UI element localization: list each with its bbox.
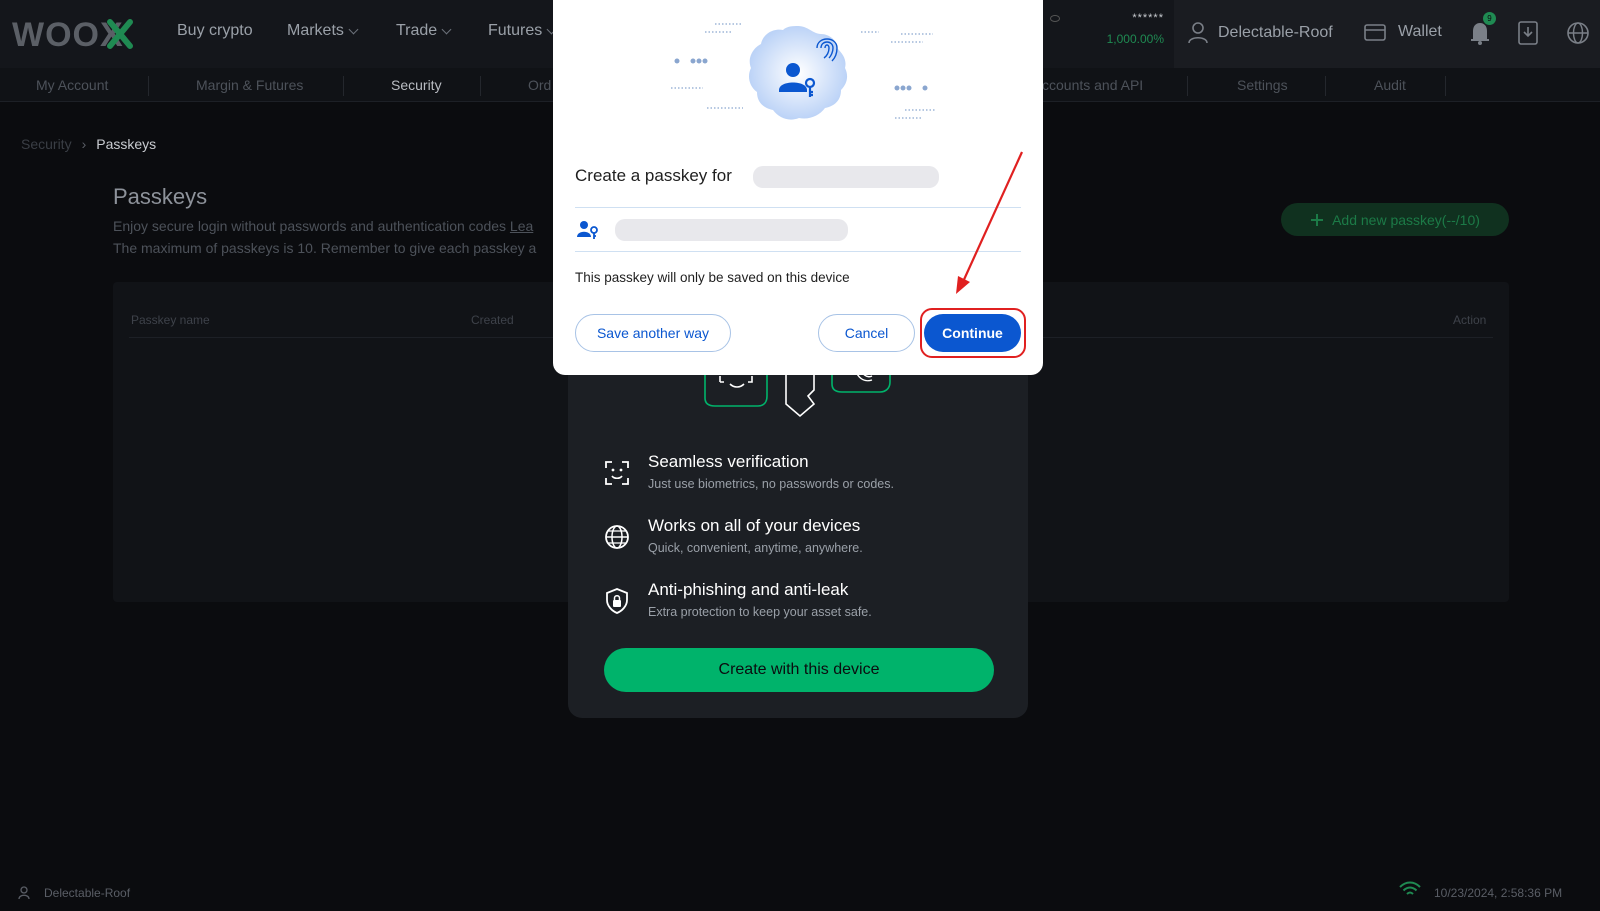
subnav-accounts-api[interactable]: ccounts and API xyxy=(1042,77,1143,93)
balance-display: ****** 1,000.00% xyxy=(1092,12,1164,46)
breadcrumb-current: Passkeys xyxy=(96,136,157,152)
globe-icon xyxy=(605,525,629,549)
th-passkey-name: Passkey name xyxy=(131,313,210,327)
subnav-my-account[interactable]: My Account xyxy=(36,77,108,93)
subnav-divider xyxy=(480,76,481,96)
add-new-passkey-button[interactable]: Add new passkey(--/10) xyxy=(1281,203,1509,236)
eye-icon[interactable] xyxy=(1050,15,1060,22)
plus-icon xyxy=(1311,213,1324,226)
nav-buy-crypto[interactable]: Buy crypto xyxy=(177,22,253,40)
breadcrumb-separator: › xyxy=(81,136,87,152)
subnav-audit[interactable]: Audit xyxy=(1374,77,1406,93)
add-passkey-label: Add new passkey(--/10) xyxy=(1332,211,1480,228)
nav-label: Buy crypto xyxy=(177,22,253,39)
user-icon xyxy=(1188,22,1208,44)
wallet-icon xyxy=(1364,24,1386,41)
annotation-arrow-icon xyxy=(956,151,1024,294)
desc-line-1: Enjoy secure login without passwords and… xyxy=(113,218,507,234)
download-icon[interactable] xyxy=(1515,20,1541,46)
nav-trade[interactable]: Trade xyxy=(396,22,452,40)
feature-subtitle: Just use biometrics, no passwords or cod… xyxy=(648,477,894,491)
footer-user: Delectable-Roof xyxy=(18,886,130,900)
woox-logo[interactable]: WOOX xyxy=(12,14,134,54)
subnav-margin-futures[interactable]: Margin & Futures xyxy=(196,77,303,93)
dialog-title: Create a passkey for xyxy=(575,166,732,185)
nav-markets[interactable]: Markets xyxy=(287,22,359,40)
wallet-menu[interactable]: Wallet xyxy=(1364,22,1442,42)
cancel-button[interactable]: Cancel xyxy=(818,314,915,352)
wifi-icon xyxy=(1399,881,1421,895)
subnav-divider xyxy=(1325,76,1326,96)
th-created: Created xyxy=(471,313,514,327)
feature-title: Seamless verification xyxy=(648,452,809,471)
dialog-note: This passkey will only be saved on this … xyxy=(575,270,850,285)
redacted-passkey-name xyxy=(615,219,848,241)
subnav-divider xyxy=(1445,76,1446,96)
footer-username: Delectable-Roof xyxy=(44,886,131,900)
wallet-label: Wallet xyxy=(1398,23,1442,40)
username: Delectable-Roof xyxy=(1218,24,1333,41)
learn-more-link[interactable]: Lea xyxy=(510,218,533,234)
nav-label: Futures xyxy=(488,22,543,39)
face-scan-icon xyxy=(605,461,629,485)
feature-subtitle: Quick, convenient, anytime, anywhere. xyxy=(648,541,863,555)
shield-lock-icon xyxy=(606,588,628,614)
subnav-orders[interactable]: Ord xyxy=(528,77,551,93)
nav-futures[interactable]: Futures xyxy=(488,22,557,40)
subnav-security[interactable]: Security xyxy=(391,77,442,93)
balance-masked: ****** xyxy=(1132,12,1164,24)
redacted-username xyxy=(753,166,939,188)
feature-anti-phishing: Anti-phishing and anti-leak Extra protec… xyxy=(604,580,872,619)
feature-seamless: Seamless verification Just use biometric… xyxy=(604,452,894,491)
passkey-user-icon xyxy=(577,221,598,239)
subnav-divider xyxy=(1187,76,1188,96)
balance-pct: 1,000.00% xyxy=(1106,32,1164,46)
globe-icon[interactable] xyxy=(1565,20,1591,46)
user-icon xyxy=(18,886,30,900)
page-description: Enjoy secure login without passwords and… xyxy=(113,215,536,259)
subnav-divider xyxy=(343,76,344,96)
subnav-divider xyxy=(148,76,149,96)
chevron-down-icon xyxy=(348,24,359,34)
user-menu[interactable]: Delectable-Roof xyxy=(1188,22,1333,44)
passkey-hero-illustration xyxy=(671,23,935,120)
breadcrumb-security[interactable]: Security xyxy=(21,136,72,152)
breadcrumb: Security › Passkeys xyxy=(21,136,156,152)
th-action: Action xyxy=(1453,313,1487,327)
notification-badge: 9 xyxy=(1483,12,1496,25)
svg-text:WOOX: WOOX xyxy=(12,16,124,54)
feature-title: Works on all of your devices xyxy=(648,516,861,535)
footer-datetime: 10/23/2024, 2:58:36 PM xyxy=(1434,886,1563,900)
desc-line-2: The maximum of passkeys is 10. Remember … xyxy=(113,240,537,256)
feature-subtitle: Extra protection to keep your asset safe… xyxy=(648,605,872,619)
nav-label: Trade xyxy=(396,22,438,39)
nav-label: Markets xyxy=(287,22,344,39)
highlight-box xyxy=(920,308,1026,358)
save-another-way-button[interactable]: Save another way xyxy=(575,314,731,352)
chevron-down-icon xyxy=(441,24,452,34)
feature-title: Anti-phishing and anti-leak xyxy=(648,580,849,599)
feature-all-devices: Works on all of your devices Quick, conv… xyxy=(604,516,863,555)
subnav-settings[interactable]: Settings xyxy=(1237,77,1288,93)
create-with-device-button[interactable]: Create with this device xyxy=(604,648,994,692)
page-title: Passkeys xyxy=(113,184,208,209)
